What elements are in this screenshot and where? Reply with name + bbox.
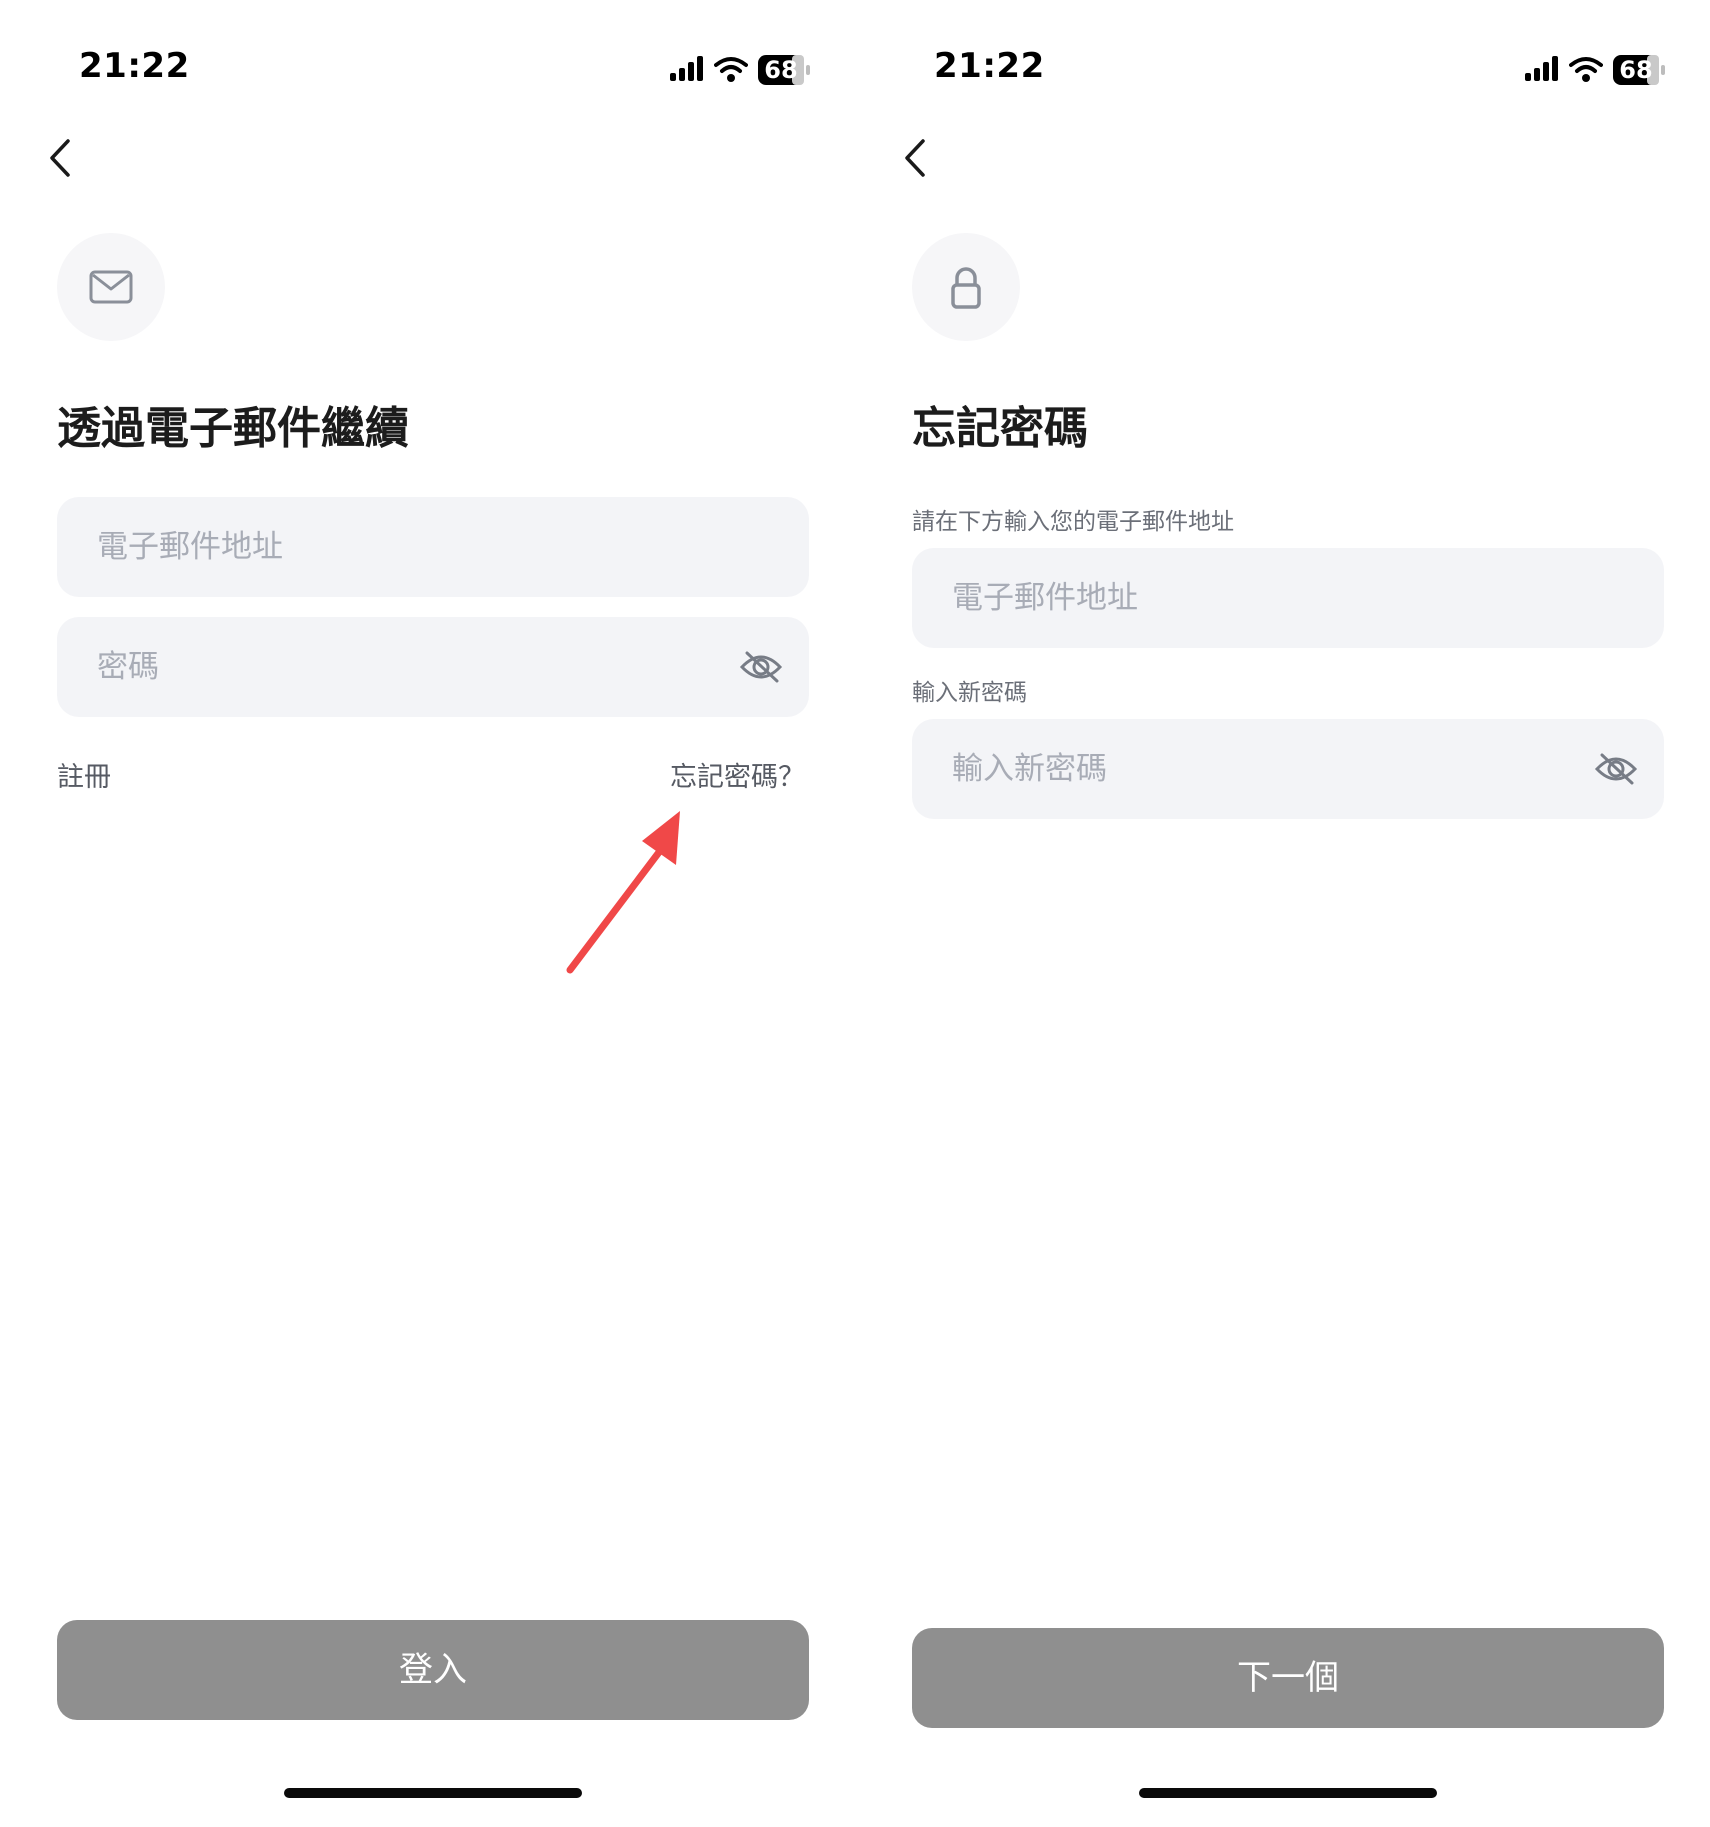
email-placeholder: 電子郵件地址	[97, 529, 283, 565]
email-placeholder: 電子郵件地址	[952, 580, 1138, 616]
back-button[interactable]	[897, 135, 937, 181]
chevron-left-icon	[905, 139, 925, 177]
login-screen: 21:22 68 透過電子郵件繼續 電子郵件地址 密碼 註冊 忘記密碼？ 登入	[0, 0, 855, 1827]
annotation-arrow-icon	[566, 811, 680, 974]
register-link[interactable]: 註冊	[57, 755, 111, 794]
back-button[interactable]	[42, 135, 82, 181]
lock-icon	[951, 267, 981, 309]
battery-level: 68	[764, 56, 798, 84]
status-icons: 68	[1525, 50, 1675, 90]
battery-level: 68	[1619, 56, 1653, 84]
email-input[interactable]: 電子郵件地址	[912, 548, 1664, 648]
new-password-input[interactable]: 輸入新密碼	[912, 719, 1664, 819]
forgot-password-link[interactable]: 忘記密碼？	[670, 755, 805, 794]
signal-icon	[670, 56, 703, 81]
eye-off-icon[interactable]	[739, 649, 783, 685]
mail-icon	[89, 270, 133, 304]
new-password-placeholder: 輸入新密碼	[952, 751, 1107, 787]
new-password-field-label: 輸入新密碼	[912, 680, 1027, 706]
wifi-icon	[714, 57, 748, 82]
page-title: 透過電子郵件繼續	[57, 403, 409, 454]
page-title: 忘記密碼	[912, 403, 1088, 454]
eye-off-icon[interactable]	[1594, 751, 1638, 787]
password-placeholder: 密碼	[97, 649, 159, 685]
home-indicator	[1139, 1788, 1437, 1798]
login-button[interactable]: 登入	[57, 1620, 809, 1720]
password-input[interactable]: 密碼	[57, 617, 809, 717]
wifi-icon	[1569, 57, 1603, 82]
forgot-password-screen: 21:22 68 忘記密碼 請在下方輸入您的電子郵件地址 電子郵件地址 輸入新密…	[855, 0, 1710, 1827]
hero-icon-circle	[912, 233, 1020, 341]
chevron-left-icon	[50, 139, 70, 177]
status-icons: 68	[670, 50, 820, 90]
home-indicator	[284, 1788, 582, 1798]
email-input[interactable]: 電子郵件地址	[57, 497, 809, 597]
next-button[interactable]: 下一個	[912, 1628, 1664, 1728]
status-time: 21:22	[79, 46, 190, 86]
email-field-label: 請在下方輸入您的電子郵件地址	[912, 509, 1234, 535]
hero-icon-circle	[57, 233, 165, 341]
status-time: 21:22	[934, 46, 1045, 86]
signal-icon	[1525, 56, 1558, 81]
